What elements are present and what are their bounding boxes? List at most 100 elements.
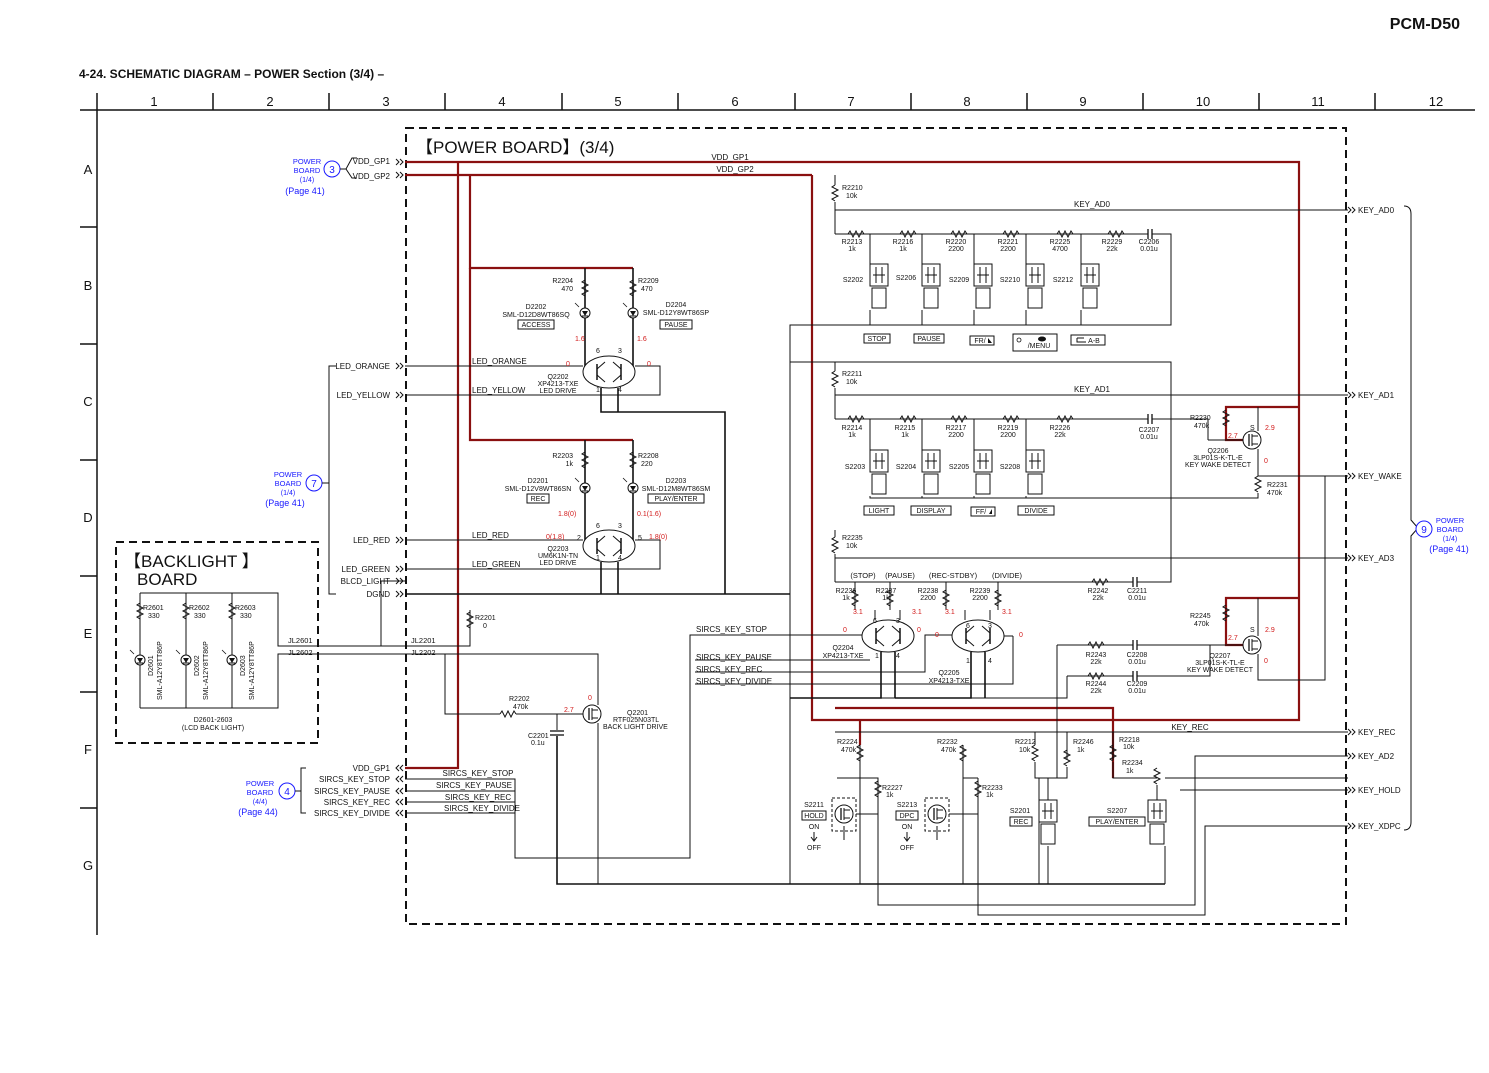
connector-label: VDD_GP2	[353, 172, 391, 181]
net-label: JL2201	[411, 636, 436, 645]
part-ref: R2209	[638, 278, 659, 285]
part-ref: R2233	[982, 785, 1003, 792]
connector-label: LED_YELLOW	[337, 391, 391, 400]
part-ref: R2208	[638, 453, 659, 460]
ref-text: (1/4)	[300, 177, 314, 184]
part-number: 3LP01S-K-TL-E	[1193, 455, 1243, 462]
part-ref: S2206	[896, 275, 916, 282]
connector-label: DGND	[366, 590, 390, 599]
part-ref: C2208	[1127, 652, 1148, 659]
part-ref: R2230	[1190, 415, 1211, 422]
connector-label: KEY_AD3	[1358, 554, 1395, 563]
part-value: 0.01u	[1128, 595, 1146, 602]
connector-label: KEY_AD0	[1358, 206, 1395, 215]
part-ref: R2215	[895, 425, 916, 432]
pin: 1	[966, 658, 970, 665]
pin: 4	[618, 387, 622, 394]
row-label: E	[84, 626, 93, 641]
part-number: SML-A12Y8TT86P	[249, 641, 256, 700]
pin: 2	[577, 535, 581, 542]
key-label: FF/	[976, 509, 987, 516]
part-number: 3LP01S-K-TL-E	[1195, 660, 1245, 667]
ref-page: (Page 41)	[285, 186, 325, 196]
part-ref: R2214	[842, 425, 863, 432]
ref-num: 3	[329, 165, 335, 176]
ref-num: 7	[311, 479, 317, 490]
part-ref: R2226	[1050, 425, 1071, 432]
part-value: 330	[194, 613, 206, 620]
key-function: (REC-STDBY)	[929, 571, 978, 580]
ref-text: POWER	[274, 470, 303, 479]
pin: 4	[988, 658, 992, 665]
part-value: 470k	[841, 747, 857, 754]
pin: 6	[966, 623, 970, 630]
connector-label: KEY_XDPC	[1358, 822, 1401, 831]
backlight-circuit	[129, 580, 405, 709]
part-ref: R2231	[1267, 482, 1288, 489]
net-label: SIRCS_KEY_STOP	[696, 625, 767, 634]
pin: 5	[638, 535, 642, 542]
part-ref: R2211	[842, 371, 862, 378]
part-ref: R2210	[842, 185, 863, 192]
connector-label: SIRCS_KEY_DIVIDE	[314, 809, 390, 818]
row-label: B	[84, 278, 93, 293]
row-ruler: A B C D E F G	[80, 109, 98, 935]
part-ref: S2213	[897, 802, 917, 809]
part-number: SML-A12Y8TT86P	[203, 641, 210, 700]
part-number: XP4213-TXE	[823, 653, 864, 660]
ref-text: BOARD	[275, 479, 302, 488]
ref-text: (1/4)	[1443, 536, 1457, 543]
connector-label: KEY_REC	[1358, 728, 1396, 737]
part-ref: S2207	[1107, 808, 1127, 815]
voltage: 2.9	[1265, 425, 1275, 432]
voltage: 1.6	[575, 336, 585, 343]
voltage: 0	[917, 627, 921, 634]
part-ref: S2203	[845, 464, 865, 471]
part-ref: R2246	[1073, 739, 1094, 746]
part-value: 1k	[842, 595, 850, 602]
voltage: 0	[588, 695, 592, 702]
connector-label: KEY_WAKE	[1358, 472, 1402, 481]
part-value: 10k	[1019, 747, 1031, 754]
voltage: 0.1(1.6)	[637, 511, 661, 518]
col-label: 1	[150, 94, 157, 109]
row-label: A	[84, 162, 93, 177]
part-value: 4700	[1052, 246, 1068, 253]
part-value: 1k	[882, 595, 890, 602]
connector-label: LED_RED	[353, 536, 390, 545]
net-label: VDD_GP1	[711, 153, 749, 162]
pin: 1	[875, 653, 879, 660]
key-label: STOP	[868, 336, 887, 343]
part-ref: S2210	[1000, 277, 1020, 284]
row-label: F	[84, 742, 92, 757]
part-ref: S2205	[949, 464, 969, 471]
part-value: 1k	[1077, 747, 1085, 754]
row-label: C	[83, 394, 92, 409]
part-ref: R2224	[837, 739, 858, 746]
backlight-board-title: 【BACKLIGHT 】	[124, 552, 259, 571]
part-value: 1k	[848, 246, 856, 253]
part-value: 22k	[1090, 659, 1102, 666]
net-label: VDD_GP2	[716, 165, 754, 174]
part-ref: R2238	[918, 588, 939, 595]
key-function: (DIVIDE)	[992, 571, 1023, 580]
part-ref: D2603	[240, 655, 247, 676]
ref-text: POWER	[246, 779, 275, 788]
switch-pos: ON	[902, 824, 913, 831]
col-label: 8	[963, 94, 970, 109]
voltage: 0	[1264, 658, 1268, 665]
part-ref: R2204	[552, 278, 573, 285]
part-value: 22k	[1092, 595, 1104, 602]
part-ref: R2212	[1015, 739, 1036, 746]
voltage: 2.7	[564, 707, 574, 714]
part-ref: Q2201	[627, 710, 648, 717]
key-function: (PAUSE)	[885, 571, 915, 580]
part-value: 0.01u	[1140, 246, 1158, 253]
part-number: SML-D12M8WT86SM	[642, 486, 711, 493]
part-function: KEY WAKE DETECT	[1187, 667, 1254, 674]
column-ruler: 1 2 3 4 5 6 7 8 9 10 11 12	[96, 93, 1475, 111]
pin: 1	[596, 555, 600, 562]
ref-num: 4	[284, 787, 290, 798]
part-ref: S2204	[896, 464, 916, 471]
part-ref: R2219	[998, 425, 1019, 432]
